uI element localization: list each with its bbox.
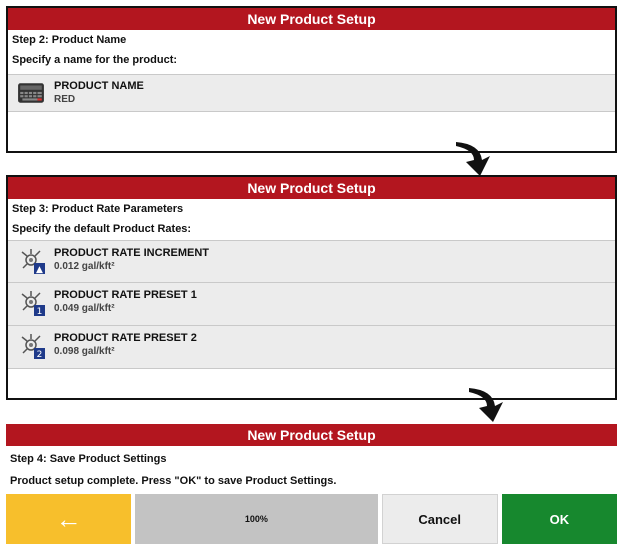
rate-preset-2-icon: 2 <box>21 334 45 359</box>
row-value: 0.012 gal/kft² <box>54 261 115 272</box>
back-arrow-icon: ← <box>55 503 82 534</box>
rate-increment-row[interactable]: ▲ PRODUCT RATE INCREMENT 0.012 gal/kft² <box>8 240 615 283</box>
down-arrow-icon <box>456 142 490 176</box>
keyboard-icon <box>18 83 44 103</box>
panel-title: New Product Setup <box>6 424 617 446</box>
rate-preset-2-row[interactable]: 2 PRODUCT RATE PRESET 2 0.098 gal/kft² <box>8 326 615 369</box>
cancel-button[interactable]: Cancel <box>381 494 498 544</box>
row-value: 0.049 gal/kft² <box>54 303 115 314</box>
rate-increment-icon: ▲ <box>21 249 45 274</box>
row-label: PRODUCT RATE INCREMENT <box>54 247 210 259</box>
row-value: 0.098 gal/kft² <box>54 346 115 357</box>
badge-text: 2 <box>37 350 43 359</box>
product-rate-panel: New Product Setup Step 3: Product Rate P… <box>6 175 617 400</box>
step-heading: Step 2: Product Name <box>12 34 127 46</box>
field-label: PRODUCT NAME <box>54 80 144 92</box>
ok-button[interactable]: OK <box>501 494 617 544</box>
step-prompt: Specify the default Product Rates: <box>12 223 192 235</box>
badge-text: ▲ <box>36 265 43 274</box>
rate-preset-1-icon: 1 <box>21 291 45 316</box>
step-prompt: Specify a name for the product: <box>12 54 178 66</box>
field-value: RED <box>54 94 76 105</box>
row-label: PRODUCT RATE PRESET 1 <box>54 289 197 301</box>
back-button[interactable]: ← <box>6 494 132 544</box>
step-prompt: Product setup complete. Press "OK" to sa… <box>10 475 337 487</box>
panel-title: New Product Setup <box>8 8 615 30</box>
progress-indicator: 100% <box>135 494 378 544</box>
product-name-panel: New Product Setup Step 2: Product Name S… <box>6 6 617 153</box>
product-name-field[interactable]: PRODUCT NAME RED <box>8 74 615 112</box>
row-label: PRODUCT RATE PRESET 2 <box>54 332 197 344</box>
step-heading: Step 4: Save Product Settings <box>10 453 167 465</box>
wizard-footer: ← 100% Cancel OK <box>6 494 617 544</box>
panel-title: New Product Setup <box>8 177 615 199</box>
badge-text: 1 <box>37 307 43 316</box>
down-arrow-icon <box>469 388 503 422</box>
step-heading: Step 3: Product Rate Parameters <box>12 203 184 215</box>
rate-preset-1-row[interactable]: 1 PRODUCT RATE PRESET 1 0.049 gal/kft² <box>8 283 615 326</box>
